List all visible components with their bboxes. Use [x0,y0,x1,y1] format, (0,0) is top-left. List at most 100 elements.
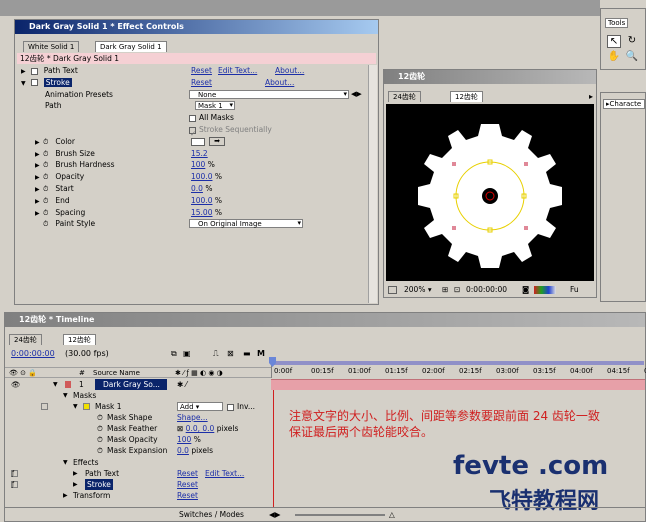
mask-icon[interactable]: ⊡ [454,283,460,297]
reset-link[interactable]: Reset [177,468,198,479]
eyedropper-icon[interactable]: ➡ [209,136,225,146]
twirl-icon[interactable]: ▼ [73,401,78,412]
timeline-title[interactable]: 12齿轮 * Timeline [5,313,645,327]
stopwatch-icon[interactable]: ⏱ [97,423,103,434]
invert-checkbox[interactable]: Inv... [227,401,255,412]
color-swatch[interactable] [191,137,205,146]
twirl-icon[interactable]: ▶ [73,468,78,479]
graph-icon[interactable]: ▬ [243,347,251,361]
layer-name[interactable]: Dark Gray So... [95,379,167,390]
twirl-icon[interactable]: ▼ [63,390,68,401]
stroke-seq-option[interactable]: ✓ Stroke Sequentially [189,124,272,138]
hand-tool-icon[interactable]: ✋ [607,51,621,64]
layer-twirl-icon[interactable]: ▼ [53,379,58,390]
stopwatch-icon[interactable]: ⏱ [97,445,103,456]
opacity-value[interactable]: 100.0 [191,172,212,181]
fx-toggle[interactable] [31,67,39,75]
mask-mode-dropdown[interactable]: Add ▾ [177,402,223,411]
comp-flowchart-icon[interactable]: ⧉ [171,347,177,361]
mask-opacity-value[interactable]: 100 [177,435,191,444]
mask-expansion-value[interactable]: 0.0 [177,446,189,455]
layer-duration-bar[interactable] [271,379,645,390]
marker-icon[interactable]: M [257,347,265,361]
layer-switches[interactable]: ✱ ⁄ [177,379,187,390]
all-masks-checkbox[interactable] [189,114,196,122]
twirl-icon[interactable]: ▶ [73,479,78,490]
comp-timecode[interactable]: 0:00:00:00 [466,283,507,297]
tab-dark-gray-solid[interactable]: Dark Gray Solid 1 [95,41,167,52]
inv-box[interactable] [227,403,234,411]
work-area-bar[interactable] [272,361,644,365]
end-value[interactable]: 100.0 [191,196,212,205]
tab-12-gear[interactable]: 12齿轮 [63,334,96,345]
draft-3d-icon[interactable]: ⎍ [213,347,219,361]
fx-switch[interactable]: ƒ [11,481,18,488]
effect-label[interactable]: Path Text [85,468,119,479]
masks-group[interactable]: ▼ Masks [5,390,271,401]
brush-hardness-value[interactable]: 100 [191,160,205,169]
layer-row[interactable]: 👁 ▼ 1 Dark Gray So... ✱ ⁄ [5,379,271,390]
edit-text-link[interactable]: Edit Text... [218,65,257,77]
fx-toggle[interactable] [31,79,39,87]
grid-icon[interactable]: ⊞ [442,283,448,297]
mask-shape-value[interactable]: Shape... [177,412,208,423]
tab-12-gear[interactable]: 12齿轮 [450,91,483,102]
column-source-name[interactable]: Source Name [93,368,140,379]
preset-nav-icon[interactable]: ◀▶ [351,89,362,101]
reset-link[interactable]: Reset [191,77,212,89]
zoom-dropdown[interactable]: 200% ▾ [404,283,432,297]
presets-dropdown[interactable]: None [189,89,349,99]
stopwatch-icon[interactable]: ⏱ [97,412,103,423]
checkbox[interactable] [41,403,48,410]
tools-tab[interactable]: Tools [605,18,629,28]
effects-group[interactable]: ▼ Effects [5,457,271,468]
current-timecode[interactable]: 0:00:00:00 [11,347,55,361]
reset-link[interactable]: Reset [191,65,212,77]
options-arrow-icon[interactable]: ▸ [589,92,593,101]
rotate-tool-icon[interactable]: ↻ [625,35,639,48]
stroke-seq-checkbox[interactable]: ✓ [189,126,196,138]
render-icon[interactable]: ▣ [183,347,191,361]
resolution-field[interactable]: Fu [570,283,579,297]
all-masks-option[interactable]: All Masks [189,112,234,124]
path-dropdown[interactable]: Mask 1 [195,101,235,111]
effect-controls-title[interactable]: Dark Gray Solid 1 * Effect Controls [15,20,378,34]
tab-white-solid[interactable]: White Solid 1 [23,41,80,52]
twirl-icon[interactable]: ▶ [63,490,68,501]
vertical-scrollbar[interactable] [368,65,377,303]
selection-tool-icon[interactable]: ↖ [607,35,621,48]
mask-1-row[interactable]: ▼ Mask 1 Add ▾ Inv... [5,401,271,412]
spacing-value[interactable]: 15.00 [191,208,212,217]
safe-zones-icon[interactable] [388,286,397,294]
effect-label[interactable]: Stroke [85,479,113,490]
character-tab[interactable]: ▸Characte [603,99,645,109]
mask-feather-value[interactable]: 0.0, 0.0 [186,424,215,433]
eye-icon[interactable]: 👁 [11,379,21,390]
stopwatch-icon[interactable]: ⏱ [43,219,53,231]
brush-size-value[interactable]: 15.2 [191,148,208,160]
zoom-slider[interactable] [295,514,385,516]
motion-blur-icon[interactable]: ⊠ [227,347,234,361]
current-time-indicator[interactable] [269,357,276,367]
about-link[interactable]: About... [275,65,304,77]
edit-text-link[interactable]: Edit Text... [205,468,244,479]
paint-style-dropdown[interactable]: On Original Image [189,219,303,229]
tab-24-gear[interactable]: 24齿轮 [9,334,42,345]
tab-24-gear[interactable]: 24齿轮 [388,91,421,102]
mask-name[interactable]: Mask 1 [95,401,121,412]
reset-link[interactable]: Reset [177,479,198,490]
switches-modes-toggle[interactable]: Switches / Modes [179,508,244,521]
twirl-icon[interactable]: ▼ [63,457,68,468]
reset-link[interactable]: Reset [177,490,198,501]
mask-color-swatch[interactable] [83,403,90,410]
zoom-out-icon[interactable]: ◀▶ [269,508,281,521]
zoom-tool-icon[interactable]: 🔍 [625,51,639,64]
channels-icon[interactable] [534,286,556,294]
zoom-in-icon[interactable]: △ [389,508,395,521]
comp-title[interactable]: 12齿轮 [384,70,596,84]
camera-icon[interactable]: ◙ [522,283,529,297]
layer-label-color[interactable] [65,381,71,388]
fx-switch[interactable]: ƒ [11,470,18,477]
start-value[interactable]: 0.0 [191,184,203,193]
stopwatch-icon[interactable]: ⏱ [97,434,103,445]
